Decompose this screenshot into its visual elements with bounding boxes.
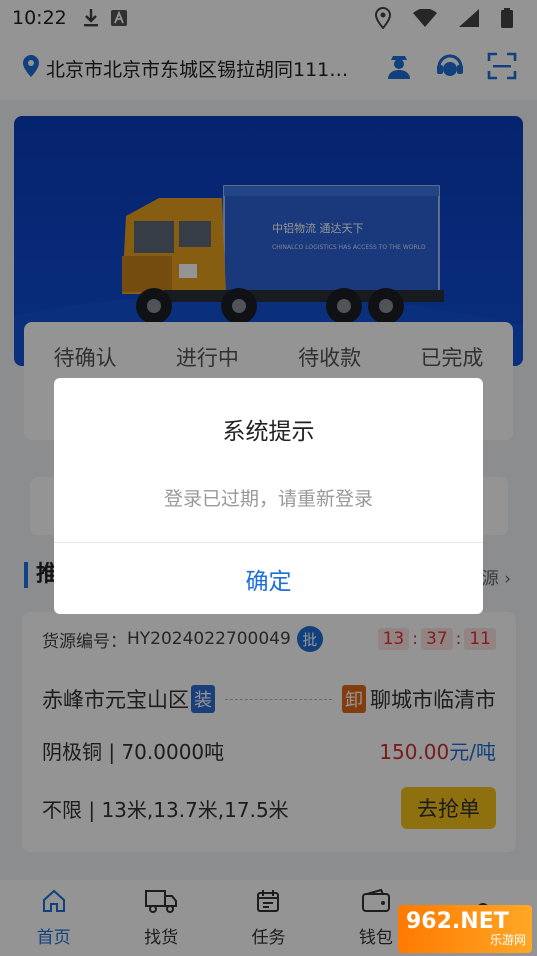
dialog-message: 登录已过期，请重新登录 xyxy=(163,488,373,510)
confirm-button[interactable]: 确定 xyxy=(54,543,483,614)
watermark-text: 962.NET xyxy=(406,909,509,934)
watermark-logo: 962.NET 乐游网 xyxy=(398,905,532,953)
dialog-title: 系统提示 xyxy=(222,419,315,445)
watermark-subtext: 乐游网 xyxy=(489,933,526,947)
system-alert-dialog: 系统提示 登录已过期，请重新登录 确定 xyxy=(54,378,483,614)
